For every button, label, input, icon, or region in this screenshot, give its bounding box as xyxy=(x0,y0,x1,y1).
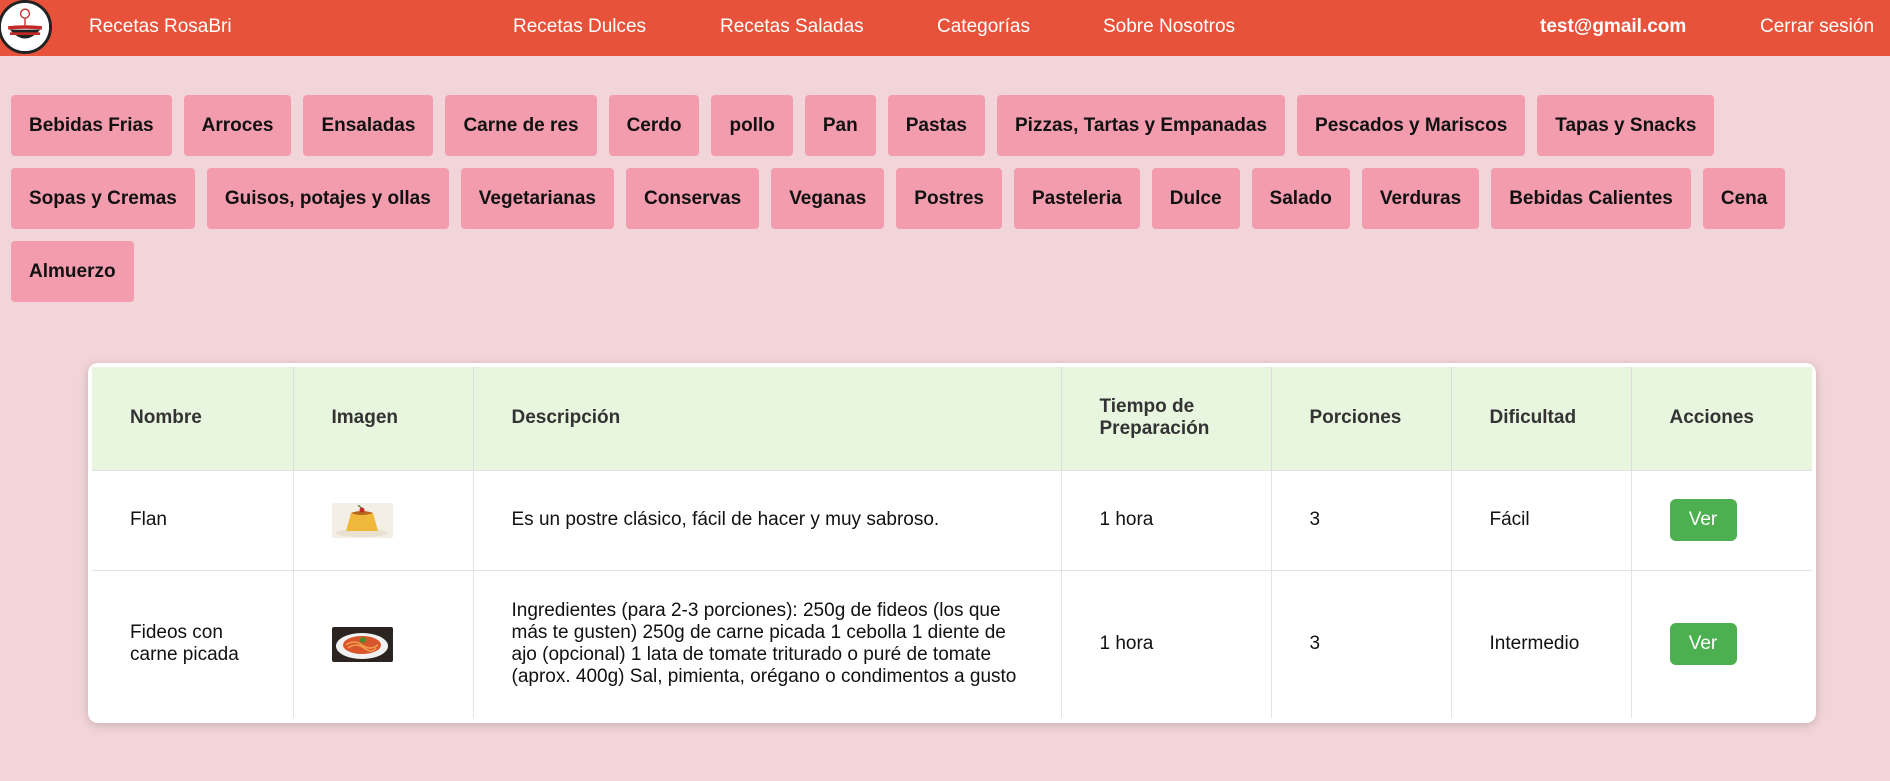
view-button[interactable]: Ver xyxy=(1669,623,1737,666)
cell-tiempo: 1 hora xyxy=(1061,469,1272,570)
category-chip[interactable]: pollo xyxy=(711,95,793,156)
cell-imagen xyxy=(293,569,474,718)
flan-thumbnail-icon xyxy=(331,502,393,538)
category-chip[interactable]: Pasteleria xyxy=(1014,168,1140,229)
category-chip[interactable]: Pizzas, Tartas y Empanadas xyxy=(997,95,1286,156)
category-chip[interactable]: Sopas y Cremas xyxy=(11,168,195,229)
category-chip[interactable]: Veganas xyxy=(771,168,885,229)
cell-dificultad: Intermedio xyxy=(1451,569,1632,718)
category-chip[interactable]: Pastas xyxy=(887,95,985,156)
cell-imagen xyxy=(293,469,474,570)
category-chip[interactable]: Pan xyxy=(804,95,876,156)
category-chip[interactable]: Bebidas Calientes xyxy=(1491,168,1691,229)
category-chip[interactable]: Vegetarianas xyxy=(460,168,615,229)
header-descripcion: Descripción xyxy=(473,367,1062,470)
category-chip[interactable]: Pescados y Mariscos xyxy=(1297,95,1526,156)
category-chip[interactable]: Dulce xyxy=(1151,168,1240,229)
recipes-table-card: Nombre Imagen Descripción Tiempo de Prep… xyxy=(88,363,1816,723)
nav-recetas-saladas[interactable]: Recetas Saladas xyxy=(720,16,864,38)
category-chip[interactable]: Postres xyxy=(896,168,1002,229)
table-row: Flan Es un postre clásico, fácil de hace… xyxy=(92,469,1812,570)
cell-acciones: Ver xyxy=(1631,469,1812,570)
category-list: Bebidas Frias Arroces Ensaladas Carne de… xyxy=(11,95,1881,302)
cell-descripcion: Ingredientes (para 2-3 porciones): 250g … xyxy=(473,569,1062,718)
category-chip[interactable]: Verduras xyxy=(1361,168,1480,229)
user-email: test@gmail.com xyxy=(1540,16,1687,37)
header-tiempo: Tiempo de Preparación xyxy=(1061,367,1272,470)
header-acciones: Acciones xyxy=(1669,407,1754,429)
category-chip[interactable]: Salado xyxy=(1251,168,1350,229)
header-nombre: Nombre xyxy=(92,367,294,470)
category-chip[interactable]: Guisos, potajes y ollas xyxy=(206,168,449,229)
category-chip[interactable]: Bebidas Frias xyxy=(11,95,172,156)
cell-dificultad: Fácil xyxy=(1451,469,1632,570)
cell-acciones: Ver xyxy=(1631,569,1812,718)
table-row: Fideos con carne picada Ingredientes (pa… xyxy=(92,569,1812,718)
top-navbar: Recetas RosaBri Recetas Dulces Recetas S… xyxy=(0,0,1890,56)
brand-link[interactable]: Recetas RosaBri xyxy=(89,16,232,38)
category-chip[interactable]: Conservas xyxy=(626,168,760,229)
cell-tiempo: 1 hora xyxy=(1061,569,1272,718)
cell-nombre: Flan xyxy=(92,469,294,570)
category-chip[interactable]: Cena xyxy=(1702,168,1786,229)
category-chip[interactable]: Arroces xyxy=(183,95,292,156)
category-chip[interactable]: Tapas y Snacks xyxy=(1537,95,1715,156)
category-chip[interactable]: Almuerzo xyxy=(11,241,134,302)
nav-recetas-dulces[interactable]: Recetas Dulces xyxy=(513,16,646,38)
nav-categorias[interactable]: Categorías xyxy=(937,16,1030,38)
cell-porciones: 3 xyxy=(1271,569,1452,718)
recipes-table: Nombre Imagen Descripción Tiempo de Prep… xyxy=(92,367,1812,718)
logo-icon[interactable] xyxy=(0,0,52,54)
table-header-row: Nombre Imagen Descripción Tiempo de Prep… xyxy=(92,367,1812,470)
category-chip[interactable]: Carne de res xyxy=(445,95,597,156)
cell-descripcion: Es un postre clásico, fácil de hacer y m… xyxy=(473,469,1062,570)
pasta-thumbnail-icon xyxy=(331,626,393,662)
header-dificultad: Dificultad xyxy=(1451,367,1632,470)
header-imagen: Imagen xyxy=(293,367,474,470)
cell-porciones: 3 xyxy=(1271,469,1452,570)
view-button[interactable]: Ver xyxy=(1669,499,1737,541)
cell-nombre: Fideos con carne picada xyxy=(92,569,294,718)
category-chip[interactable]: Ensaladas xyxy=(303,95,434,156)
category-chip[interactable]: Cerdo xyxy=(608,95,700,156)
logout-link[interactable]: Cerrar sesión xyxy=(1760,16,1874,38)
nav-sobre-nosotros[interactable]: Sobre Nosotros xyxy=(1103,16,1235,38)
header-porciones: Porciones xyxy=(1271,367,1452,470)
